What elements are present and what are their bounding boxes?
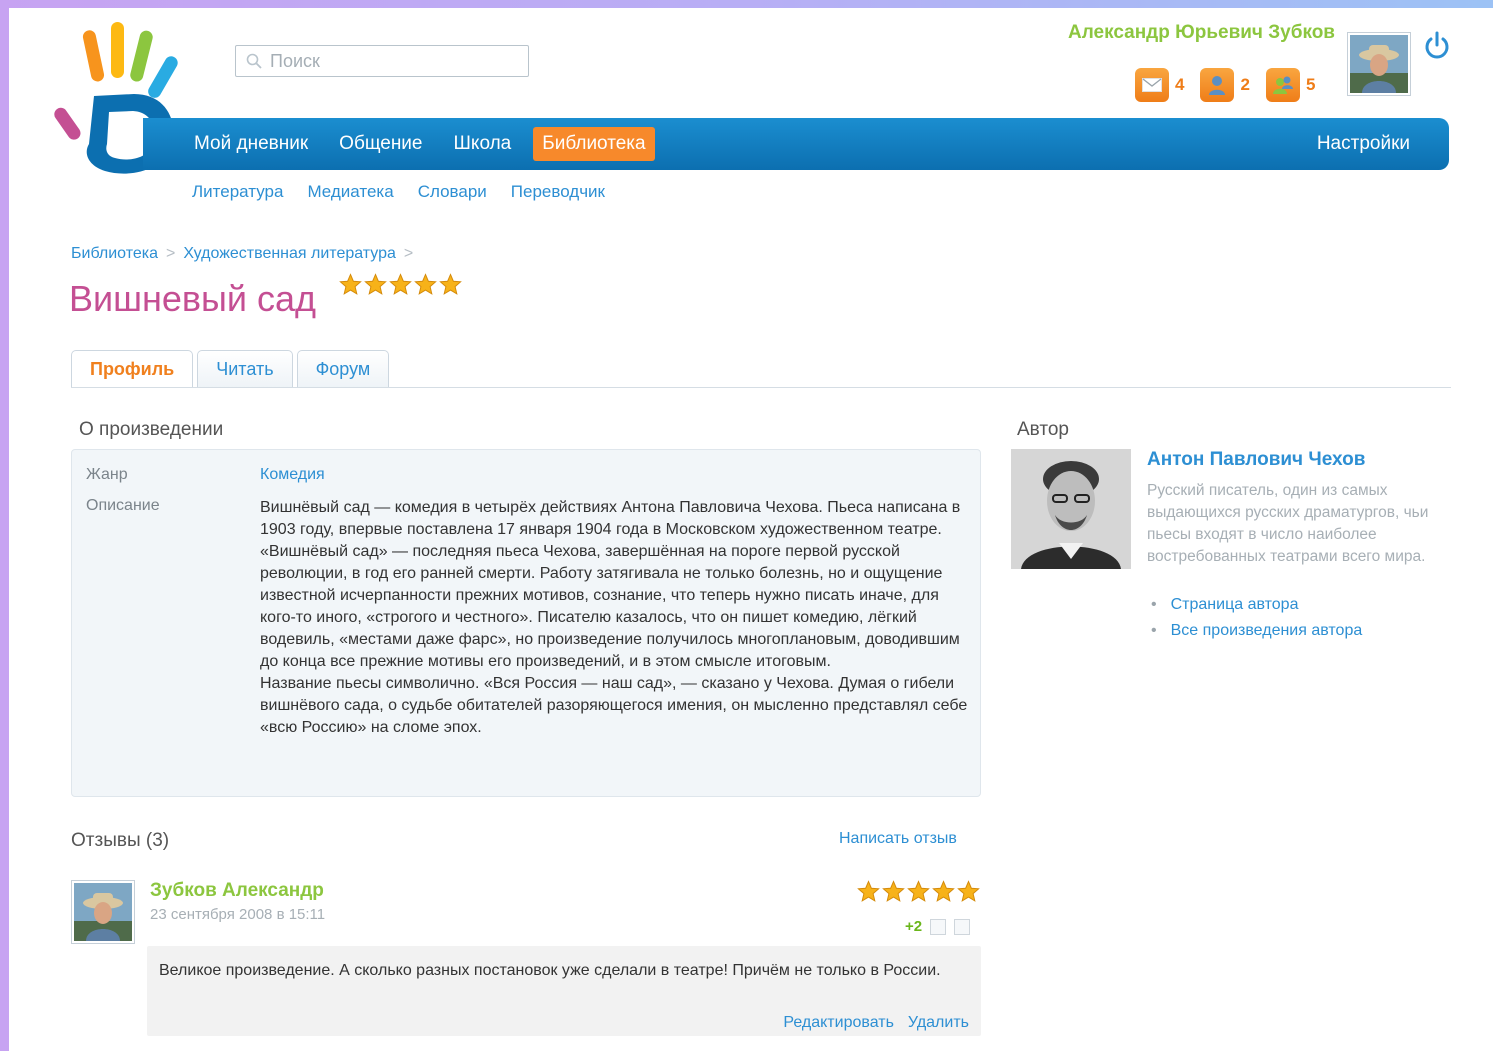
review-author-photo: [74, 883, 132, 941]
author-photo[interactable]: [1011, 449, 1131, 569]
star-icon: [339, 273, 362, 295]
subnav-literature[interactable]: Литература: [192, 182, 283, 202]
notification-counters: 4 2 5: [1135, 68, 1331, 102]
page-frame: Поиск Александр Юрьевич Зубков 4 2 5 Мой…: [9, 8, 1493, 1051]
star-icon: [932, 880, 955, 902]
nav-school[interactable]: Школа: [445, 127, 521, 161]
author-works-link-label: Все произведения автора: [1170, 622, 1363, 639]
author-links: Страница автора Все произведения автора: [1151, 596, 1363, 648]
star-icon: [882, 880, 905, 902]
content-tabs: Профиль Читать Форум: [71, 350, 390, 388]
page-title-row: Вишневый сад: [69, 278, 316, 320]
review-author-name[interactable]: Зубков Александр: [150, 880, 324, 902]
review-author-avatar[interactable]: [71, 880, 135, 944]
search-icon: [246, 53, 262, 69]
review-text: Великое произведение. А сколько разных п…: [159, 962, 941, 979]
author-name-link[interactable]: Антон Павлович Чехов: [1147, 449, 1365, 471]
friends-count: 2: [1240, 75, 1250, 94]
nav-my-diary[interactable]: Мой дневник: [185, 127, 317, 161]
star-icon: [414, 273, 437, 295]
review-date: 23 сентября 2008 в 15:11: [150, 906, 326, 923]
user-name-link[interactable]: Александр Юрьевич Зубков: [1068, 22, 1335, 44]
library-subnav: Литература Медиатека Словари Переводчик: [192, 182, 605, 202]
groups-counter[interactable]: 5: [1265, 68, 1316, 102]
author-section-title: Автор: [1017, 419, 1069, 440]
author-description: Русский писатель, один из самых выдающих…: [1147, 482, 1429, 565]
vote-up-button[interactable]: [930, 918, 947, 935]
genre-value-link[interactable]: Комедия: [260, 466, 325, 484]
messages-counter[interactable]: 4: [1135, 68, 1184, 102]
about-panel: Жанр Комедия Описание Вишнёвый сад — ком…: [71, 449, 981, 797]
breadcrumb-separator: >: [403, 245, 414, 262]
breadcrumb-library[interactable]: Библиотека: [71, 245, 158, 263]
groups-count: 5: [1305, 75, 1316, 94]
messages-count: 4: [1175, 75, 1185, 94]
vote-down-button[interactable]: [954, 918, 971, 935]
search-field[interactable]: Поиск: [235, 45, 529, 77]
author-page-link-label: Страница автора: [1170, 596, 1299, 613]
user-avatar[interactable]: [1347, 32, 1411, 96]
tabs-divider: [71, 387, 1451, 388]
star-icon: [364, 273, 387, 295]
breadcrumb-separator: >: [166, 245, 176, 262]
author-page-link[interactable]: Страница автора: [1151, 596, 1362, 614]
description-paragraph: Название пьесы символично. «Вся Россия —…: [260, 675, 968, 736]
description-paragraph: «Вишнёвый сад» — последняя пьеса Чехова,…: [260, 543, 960, 670]
reviews-title: Отзывы (3): [71, 830, 170, 851]
friends-counter[interactable]: 2: [1200, 68, 1250, 102]
star-icon: [957, 880, 980, 902]
nav-settings[interactable]: Настройки: [1308, 127, 1419, 161]
page-title: Вишневый сад: [69, 278, 317, 319]
tab-read[interactable]: Читать: [197, 350, 293, 388]
description-paragraph: Вишнёвый сад — комедия в четырёх действи…: [260, 499, 961, 538]
tab-profile[interactable]: Профиль: [71, 350, 194, 388]
nav-library[interactable]: Библиотека: [533, 127, 655, 161]
review-body: Великое произведение. А сколько разных п…: [147, 946, 981, 1036]
genre-label: Жанр: [86, 466, 128, 483]
author-works-link[interactable]: Все произведения автора: [1151, 622, 1363, 640]
logout-power-icon[interactable]: [1421, 30, 1453, 62]
search-placeholder: Поиск: [270, 50, 320, 71]
main-navigation: Мой дневник Общение Школа Библиотека Нас…: [143, 118, 1449, 170]
star-icon: [389, 273, 412, 295]
review-rating-stars: [857, 880, 980, 903]
mail-icon: [1142, 78, 1162, 92]
description-text: Вишнёвый сад — комедия в четырёх действи…: [260, 497, 970, 739]
star-icon: [857, 880, 880, 902]
star-icon: [439, 273, 462, 295]
people-icon: [1272, 76, 1293, 94]
about-section-title: О произведении: [79, 419, 224, 440]
nav-communication[interactable]: Общение: [330, 127, 431, 161]
delete-review-link[interactable]: Удалить: [908, 1014, 969, 1032]
write-review-link[interactable]: Написать отзыв: [839, 830, 957, 848]
edit-review-link[interactable]: Редактировать: [783, 1014, 894, 1032]
review-vote-count: +2: [905, 918, 923, 935]
subnav-dictionaries[interactable]: Словари: [418, 182, 487, 202]
description-label: Описание: [86, 497, 160, 514]
breadcrumb-fiction[interactable]: Художественная литература: [183, 245, 396, 263]
title-rating-stars: [339, 273, 462, 296]
person-icon: [1209, 76, 1226, 95]
subnav-media[interactable]: Медиатека: [307, 182, 393, 202]
subnav-translator[interactable]: Переводчик: [511, 182, 605, 202]
user-photo: [1350, 35, 1408, 93]
tab-forum[interactable]: Форум: [296, 350, 390, 388]
star-icon: [907, 880, 930, 902]
breadcrumb: Библиотека > Художественная литература >: [71, 245, 413, 263]
review-actions: Редактировать Удалить: [783, 1014, 969, 1032]
author-portrait: [1011, 449, 1131, 569]
review-votes: +2: [905, 918, 971, 935]
